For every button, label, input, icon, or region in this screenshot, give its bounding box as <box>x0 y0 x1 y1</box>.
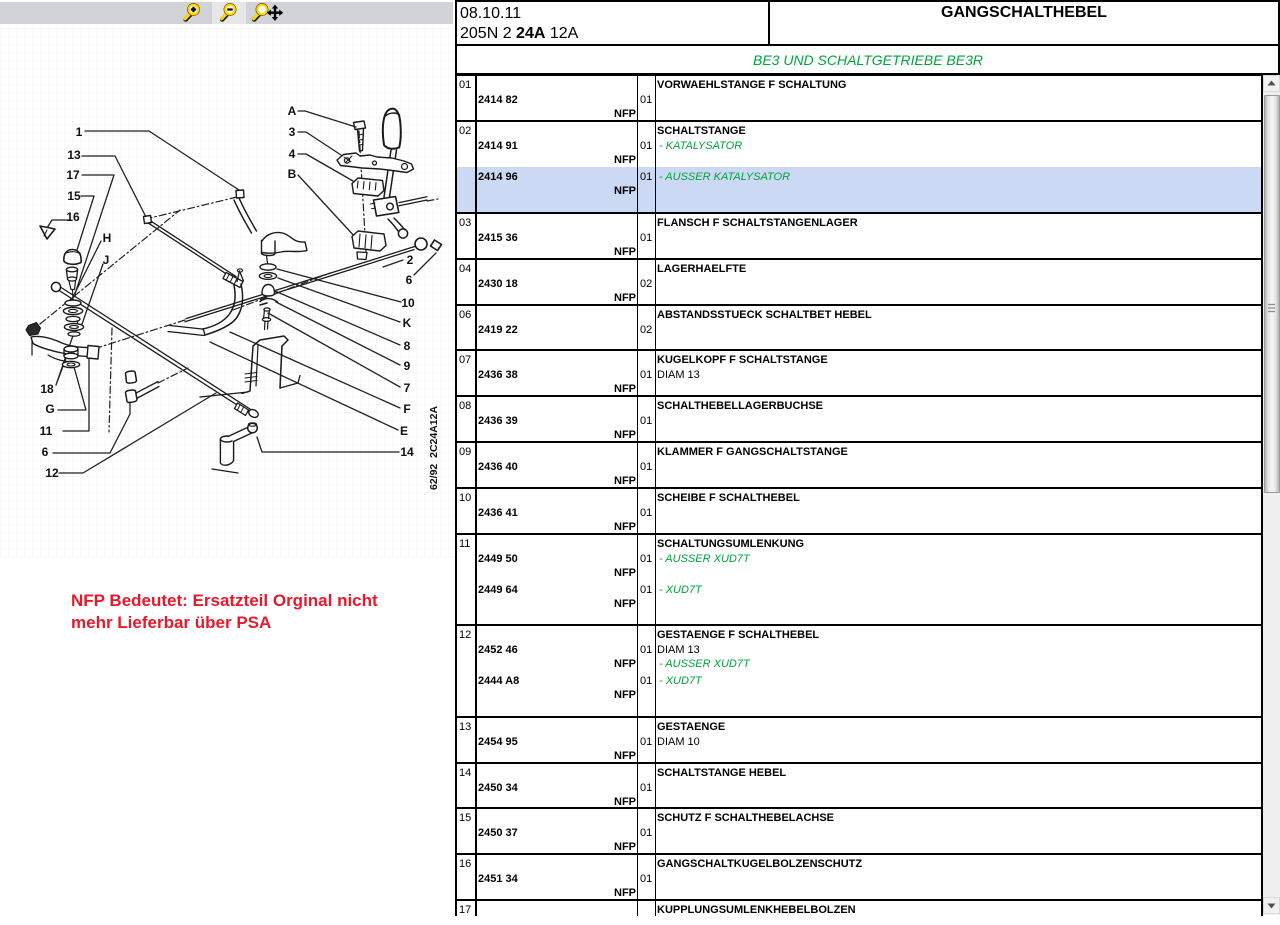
svg-text:1: 1 <box>76 125 83 139</box>
svg-text:16: 16 <box>66 210 80 224</box>
svg-text:F: F <box>403 402 410 416</box>
svg-text:15: 15 <box>67 189 81 203</box>
svg-text:G: G <box>45 402 54 416</box>
svg-text:2: 2 <box>407 253 414 267</box>
svg-text:A: A <box>288 104 297 118</box>
svg-text:62/92 2C24A12A: 62/92 2C24A12A <box>428 406 440 490</box>
svg-text:J: J <box>103 253 110 267</box>
svg-text:E: E <box>400 424 408 438</box>
svg-text:8: 8 <box>404 339 411 353</box>
svg-text:7: 7 <box>404 381 411 395</box>
svg-text:9: 9 <box>404 359 411 373</box>
svg-text:3: 3 <box>289 125 296 139</box>
svg-text:H: H <box>103 231 112 245</box>
svg-text:4: 4 <box>289 147 296 161</box>
svg-text:18: 18 <box>40 382 54 396</box>
svg-text:B: B <box>288 167 297 181</box>
svg-text:17: 17 <box>66 168 80 182</box>
svg-text:10: 10 <box>401 296 415 310</box>
svg-text:14: 14 <box>400 445 414 459</box>
svg-text:6: 6 <box>42 445 49 459</box>
svg-text:12: 12 <box>45 466 59 480</box>
svg-text:K: K <box>403 316 412 330</box>
svg-text:6: 6 <box>406 273 413 287</box>
svg-text:11: 11 <box>40 424 53 438</box>
svg-text:13: 13 <box>67 148 81 162</box>
